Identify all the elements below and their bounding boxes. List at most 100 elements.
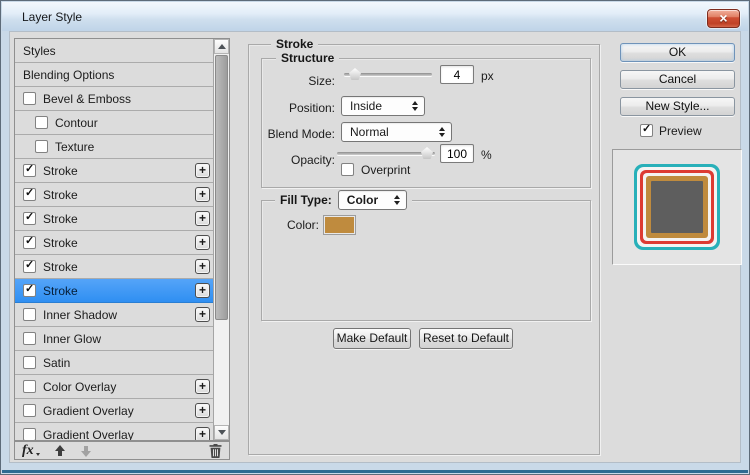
effects-toolbar: fx [14,441,230,460]
add-effect-icon[interactable] [195,211,210,226]
sidebar-item-styles[interactable]: Styles [15,39,213,63]
preview-center [651,181,703,233]
sidebar-item-stroke[interactable]: Stroke [15,279,213,303]
size-slider-thumb[interactable] [349,68,361,80]
preview-label: Preview [659,124,702,138]
checkbox-icon[interactable] [35,140,48,153]
sidebar-item-bevel-emboss[interactable]: Bevel & Emboss [15,87,213,111]
sidebar-item-stroke[interactable]: Stroke [15,159,213,183]
checkbox-icon[interactable] [35,116,48,129]
preview-stroke-ring [637,167,717,247]
scroll-down-icon[interactable] [214,425,229,440]
sidebar-item-label: Texture [55,140,94,154]
opacity-slider-track[interactable] [337,152,435,155]
add-effect-icon[interactable] [195,283,210,298]
sidebar-item-blending-options[interactable]: Blending Options [15,63,213,87]
checkbox-icon[interactable] [23,380,36,393]
checkbox-icon[interactable] [23,356,36,369]
add-effect-icon[interactable] [195,307,210,322]
sidebar-item-gradient-overlay[interactable]: Gradient Overlay [15,423,213,440]
add-effect-icon[interactable] [195,235,210,250]
overprint-checkbox[interactable] [341,163,354,176]
delete-effect-icon[interactable] [209,444,222,458]
sidebar-item-stroke[interactable]: Stroke [15,207,213,231]
close-icon[interactable]: × [707,9,740,28]
sidebar-item-gradient-overlay[interactable]: Gradient Overlay [15,399,213,423]
cancel-button[interactable]: Cancel [620,70,735,89]
checkbox-checked-icon[interactable] [23,236,36,249]
move-effect-down-icon[interactable] [80,445,92,457]
size-slider[interactable] [344,67,432,81]
sidebar-item-label: Color Overlay [43,380,116,394]
add-effect-icon[interactable] [195,403,210,418]
add-effect-icon[interactable] [195,259,210,274]
add-effect-icon[interactable] [195,427,210,440]
checkbox-icon[interactable] [23,332,36,345]
blend-mode-label: Blend Mode: [262,127,335,141]
sidebar-item-label: Blending Options [23,68,114,82]
opacity-input[interactable] [440,144,474,163]
sidebar-item-satin[interactable]: Satin [15,351,213,375]
sidebar-item-stroke[interactable]: Stroke [15,183,213,207]
checkbox-icon[interactable] [23,92,36,105]
color-label: Color: [262,218,319,232]
blend-mode-dropdown[interactable]: Normal [341,122,452,142]
opacity-slider-thumb[interactable] [421,147,433,159]
checkbox-icon[interactable] [23,428,36,440]
panel-title: Stroke [271,38,318,51]
opacity-slider[interactable] [337,146,435,160]
sidebar-item-label: Gradient Overlay [43,404,134,418]
new-style-button[interactable]: New Style... [620,97,735,116]
sidebar-item-inner-glow[interactable]: Inner Glow [15,327,213,351]
checkbox-checked-icon[interactable] [23,164,36,177]
make-default-button[interactable]: Make Default [333,328,411,349]
sidebar-item-color-overlay[interactable]: Color Overlay [15,375,213,399]
sidebar-item-label: Inner Glow [43,332,101,346]
sidebar-item-label: Stroke [43,188,78,202]
sidebar-item-inner-shadow[interactable]: Inner Shadow [15,303,213,327]
preview-checkbox[interactable] [640,124,653,137]
structure-group: Structure Size: px Position: Inside Blen… [261,58,591,188]
sidebar-item-contour[interactable]: Contour [15,111,213,135]
position-value: Inside [350,99,382,113]
fx-menu-caret-icon [36,453,40,456]
styles-list: Styles Blending Options Bevel & Emboss Cont… [14,38,230,441]
size-unit: px [481,69,494,83]
fill-type-legend: Fill Type: Color [275,190,412,210]
titlebar[interactable]: Layer Style × [2,2,748,31]
checkbox-checked-icon[interactable] [23,212,36,225]
overprint-label: Overprint [361,163,410,177]
sidebar-item-label: Contour [55,116,98,130]
scroll-up-icon[interactable] [214,39,229,54]
stepper-icon [394,195,400,205]
sidebar-item-label: Bevel & Emboss [43,92,131,106]
move-effect-up-icon[interactable] [54,445,66,457]
window-title: Layer Style [22,10,82,24]
sidebar-item-stroke[interactable]: Stroke [15,255,213,279]
sidebar-item-texture[interactable]: Texture [15,135,213,159]
stroke-color-swatch[interactable] [323,215,356,235]
checkbox-checked-icon[interactable] [23,284,36,297]
add-effect-icon[interactable] [195,163,210,178]
sidebar-item-label: Stroke [43,236,78,250]
blend-mode-value: Normal [350,125,389,139]
structure-legend: Structure [276,52,339,65]
reset-to-default-button[interactable]: Reset to Default [419,328,513,349]
opacity-unit: % [481,148,492,162]
size-input[interactable] [440,65,474,84]
checkbox-checked-icon[interactable] [23,260,36,273]
opacity-label: Opacity: [262,153,335,167]
styles-scrollbar[interactable] [213,39,229,440]
add-effect-icon[interactable] [195,379,210,394]
fill-type-dropdown[interactable]: Color [338,190,407,210]
ok-button[interactable]: OK [620,43,735,62]
checkbox-icon[interactable] [23,404,36,417]
add-effect-icon[interactable] [195,187,210,202]
scrollbar-thumb[interactable] [215,55,228,320]
preview-well [612,149,742,265]
checkbox-icon[interactable] [23,308,36,321]
fx-icon[interactable]: fx [22,444,34,458]
position-dropdown[interactable]: Inside [341,96,425,116]
checkbox-checked-icon[interactable] [23,188,36,201]
sidebar-item-stroke[interactable]: Stroke [15,231,213,255]
